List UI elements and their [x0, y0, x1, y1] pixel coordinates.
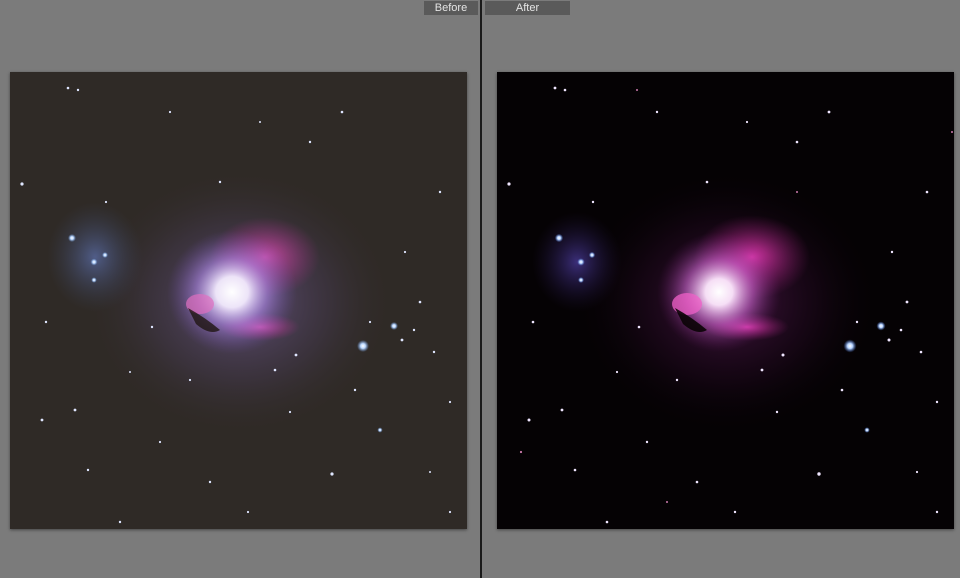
compare-divider[interactable]	[480, 0, 482, 578]
before-label: Before	[424, 1, 478, 15]
after-label: After	[485, 1, 570, 15]
after-nebula-image	[497, 72, 954, 529]
compare-view: Before After	[0, 0, 960, 578]
after-photo[interactable]	[497, 72, 954, 529]
before-photo[interactable]	[10, 72, 467, 529]
before-nebula-image	[10, 72, 467, 529]
